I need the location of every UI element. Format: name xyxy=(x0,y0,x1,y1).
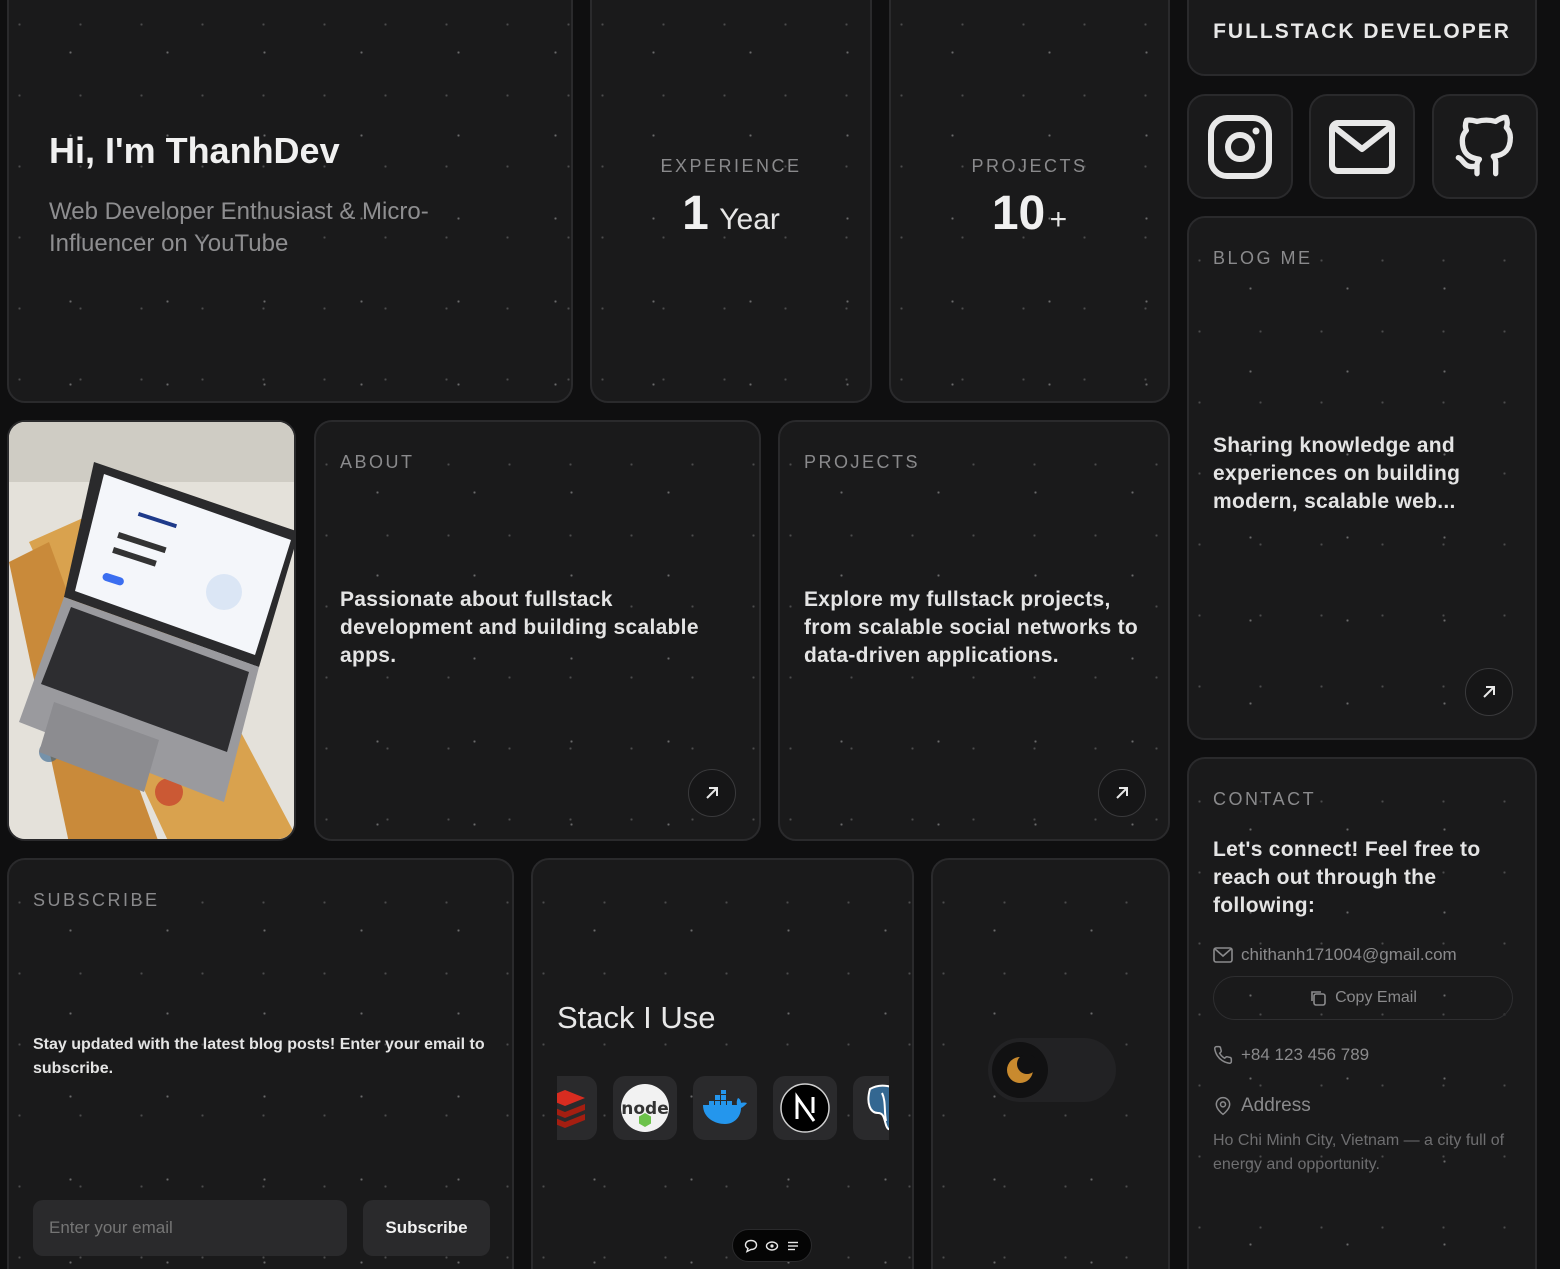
nextjs-icon xyxy=(780,1083,830,1133)
redis-icon xyxy=(557,1090,585,1128)
docker-icon xyxy=(703,1090,747,1124)
blog-arrow-button[interactable] xyxy=(1465,668,1513,716)
blog-card[interactable]: BLOG ME Sharing knowledge and experience… xyxy=(1187,216,1537,740)
projects-stat-card: PROJECTS 10 + xyxy=(889,0,1170,403)
contact-email: chithanh171004@gmail.com xyxy=(1241,945,1457,964)
instagram-icon xyxy=(1208,114,1272,179)
phone-icon xyxy=(1214,1045,1233,1064)
github-link[interactable] xyxy=(1432,94,1538,199)
floating-toolbar xyxy=(732,1229,812,1262)
subscribe-label: SUBSCRIBE xyxy=(33,890,160,910)
contact-address-label: Address xyxy=(1241,1095,1311,1116)
copy-email-label: Copy Email xyxy=(1335,989,1417,1006)
experience-value: 1 xyxy=(682,187,709,240)
mail-icon xyxy=(1329,119,1395,174)
contact-card: CONTACT Let's connect! Feel free to reac… xyxy=(1187,757,1537,1269)
theme-toggle[interactable] xyxy=(988,1038,1116,1102)
projects-stat-value: 10 xyxy=(991,187,1046,240)
stack-title: Stack I Use xyxy=(557,1000,716,1035)
experience-value-row: 1 Year xyxy=(592,186,870,241)
nodejs-icon: node xyxy=(621,1084,669,1132)
blog-label: BLOG ME xyxy=(1213,248,1313,268)
postgresql-icon xyxy=(867,1084,889,1131)
mail-icon xyxy=(1213,947,1233,963)
stack-item-postgresql xyxy=(853,1076,889,1140)
arrow-up-right-icon xyxy=(706,787,718,799)
list-icon[interactable] xyxy=(786,1239,800,1253)
contact-label: CONTACT xyxy=(1213,789,1317,809)
stack-item-nextjs xyxy=(773,1076,837,1140)
hero-title: Hi, I'm ThanhDev xyxy=(49,130,340,171)
projects-stat-unit: + xyxy=(1049,203,1068,236)
instagram-link[interactable] xyxy=(1187,94,1293,199)
moon-icon xyxy=(1007,1055,1035,1083)
stack-card: Stack I Use node xyxy=(531,858,914,1269)
hero-card: Hi, I'm ThanhDev Web Developer Enthusias… xyxy=(7,0,573,403)
stack-item-redis xyxy=(557,1076,597,1140)
subscribe-email-input[interactable] xyxy=(33,1200,347,1256)
arrow-up-right-icon xyxy=(1483,686,1495,698)
contact-phone: +84 123 456 789 xyxy=(1241,1045,1370,1064)
about-arrow-button[interactable] xyxy=(688,769,736,817)
eye-icon[interactable] xyxy=(765,1239,779,1253)
contact-text: Let's connect! Feel free to reach out th… xyxy=(1213,838,1481,917)
copy-icon xyxy=(1311,991,1326,1006)
subscribe-button-label: Subscribe xyxy=(385,1218,468,1237)
subscribe-button[interactable]: Subscribe xyxy=(363,1200,490,1256)
email-link[interactable] xyxy=(1309,94,1415,199)
about-text: Passionate about fullstack development a… xyxy=(340,588,699,667)
contact-address: Ho Chi Minh City, Vietnam — a city full … xyxy=(1213,1132,1505,1173)
chat-icon[interactable] xyxy=(744,1239,758,1253)
subscribe-card: SUBSCRIBE Stay updated with the latest b… xyxy=(7,858,514,1269)
stack-item-docker xyxy=(693,1076,757,1140)
blog-text: Sharing knowledge and experiences on bui… xyxy=(1213,434,1461,513)
experience-card: EXPERIENCE 1 Year xyxy=(590,0,872,403)
copy-email-button[interactable]: Copy Email xyxy=(1213,976,1513,1020)
projects-arrow-button[interactable] xyxy=(1098,769,1146,817)
contact-phone-row: +84 123 456 789 xyxy=(1213,1045,1369,1065)
laptop-image xyxy=(9,422,294,839)
projects-label: PROJECTS xyxy=(804,452,921,472)
about-label: ABOUT xyxy=(340,452,415,472)
stack-item-nodejs: node xyxy=(613,1076,677,1140)
experience-unit: Year xyxy=(719,203,780,236)
projects-stat-label: PROJECTS xyxy=(971,156,1088,176)
subscribe-text: Stay updated with the latest blog posts!… xyxy=(33,1036,485,1077)
role-title: FULLSTACK DEVELOPER xyxy=(1213,20,1511,43)
hero-subtitle: Web Developer Enthusiast & Micro-Influen… xyxy=(49,198,429,257)
projects-card[interactable]: PROJECTS Explore my fullstack projects, … xyxy=(778,420,1170,841)
arrow-up-right-icon xyxy=(1116,787,1128,799)
projects-stat-value-row: 10 + xyxy=(891,186,1168,241)
laptop-photo xyxy=(7,420,296,841)
contact-address-row: Address xyxy=(1213,1095,1311,1117)
github-icon xyxy=(1455,114,1513,176)
role-card: FULLSTACK DEVELOPER xyxy=(1187,0,1537,76)
experience-label: EXPERIENCE xyxy=(660,156,802,176)
theme-card xyxy=(931,858,1170,1269)
stack-icon-strip: node xyxy=(557,1076,889,1140)
map-pin-icon xyxy=(1215,1096,1231,1116)
projects-text: Explore my fullstack projects, from scal… xyxy=(804,588,1139,667)
contact-email-row: chithanh171004@gmail.com xyxy=(1213,945,1457,965)
about-card[interactable]: ABOUT Passionate about fullstack develop… xyxy=(314,420,761,841)
theme-toggle-knob xyxy=(992,1042,1048,1098)
